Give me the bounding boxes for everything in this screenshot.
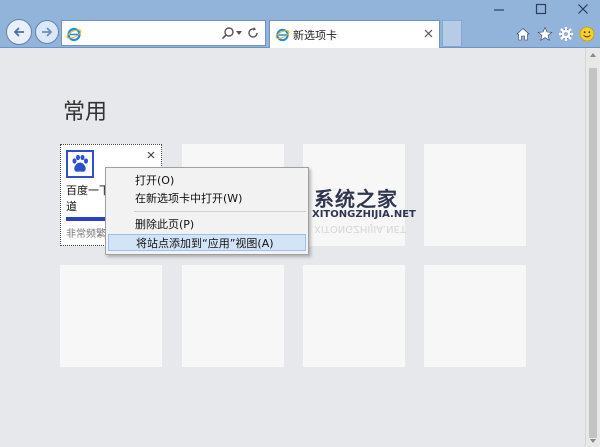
tab-label: 新选项卡 — [293, 29, 337, 42]
tab-new-tab[interactable]: 新选项卡 — [269, 20, 440, 48]
menu-item-open[interactable]: 打开(O) — [108, 172, 306, 189]
page-title: 常用 — [63, 100, 108, 125]
home-icon[interactable] — [515, 26, 531, 42]
context-menu: 打开(O) 在新选项卡中打开(W) 删除此页(P) 将站点添加到“应用”视图(A… — [105, 167, 309, 255]
watermark-name: 系统之家 — [314, 187, 398, 211]
favorites-star-icon[interactable] — [537, 26, 553, 42]
refresh-icon[interactable] — [246, 26, 260, 40]
scroll-thumb[interactable] — [589, 68, 597, 438]
tile-frequency-label: 非常频繁 — [66, 229, 106, 240]
baidu-paw-icon — [66, 150, 94, 178]
maximize-icon — [535, 3, 547, 15]
new-tab-button[interactable] — [442, 20, 462, 47]
tile-empty[interactable] — [60, 265, 162, 367]
smiley-icon[interactable] — [579, 26, 595, 42]
tile-empty[interactable] — [424, 265, 526, 367]
ie-logo-icon — [66, 27, 82, 42]
dropdown-icon[interactable] — [236, 31, 242, 35]
window-close-button[interactable] — [575, 2, 591, 16]
tile-empty[interactable] — [182, 265, 284, 367]
close-icon — [147, 151, 155, 159]
address-bar[interactable] — [61, 20, 266, 46]
title-bar: 新选项卡 — [0, 0, 600, 48]
menu-item-delete-page[interactable]: 删除此页(P) — [108, 216, 306, 233]
tile-close-button[interactable] — [147, 148, 155, 162]
close-icon — [578, 4, 588, 14]
search-icon[interactable] — [221, 26, 235, 40]
minimize-button[interactable] — [491, 2, 507, 16]
menu-item-open-new-tab[interactable]: 在新选项卡中打开(W) — [108, 190, 306, 207]
menu-item-add-to-apps[interactable]: 将站点添加到“应用”视图(A) — [108, 234, 306, 251]
minimize-icon — [494, 9, 504, 11]
ie-logo-icon — [275, 28, 290, 42]
menu-separator — [134, 211, 306, 212]
back-button[interactable] — [6, 19, 32, 45]
maximize-button[interactable] — [533, 2, 549, 16]
forward-button[interactable] — [35, 20, 59, 44]
gear-icon[interactable] — [558, 26, 574, 42]
watermark-url: XITONGZHIJIA.NET — [312, 209, 416, 220]
scroll-up-icon[interactable] — [590, 53, 596, 57]
tile-empty[interactable] — [303, 265, 405, 367]
close-icon — [424, 29, 433, 38]
visit-frequency-bar — [66, 217, 110, 221]
watermark-reflection: XITONGZHIJIA.NET — [314, 223, 406, 234]
tab-close-button[interactable] — [424, 25, 433, 42]
vertical-scrollbar[interactable] — [585, 48, 600, 447]
forward-arrow-icon — [42, 27, 53, 37]
scroll-down-icon[interactable] — [590, 439, 596, 443]
back-arrow-icon — [13, 27, 24, 37]
